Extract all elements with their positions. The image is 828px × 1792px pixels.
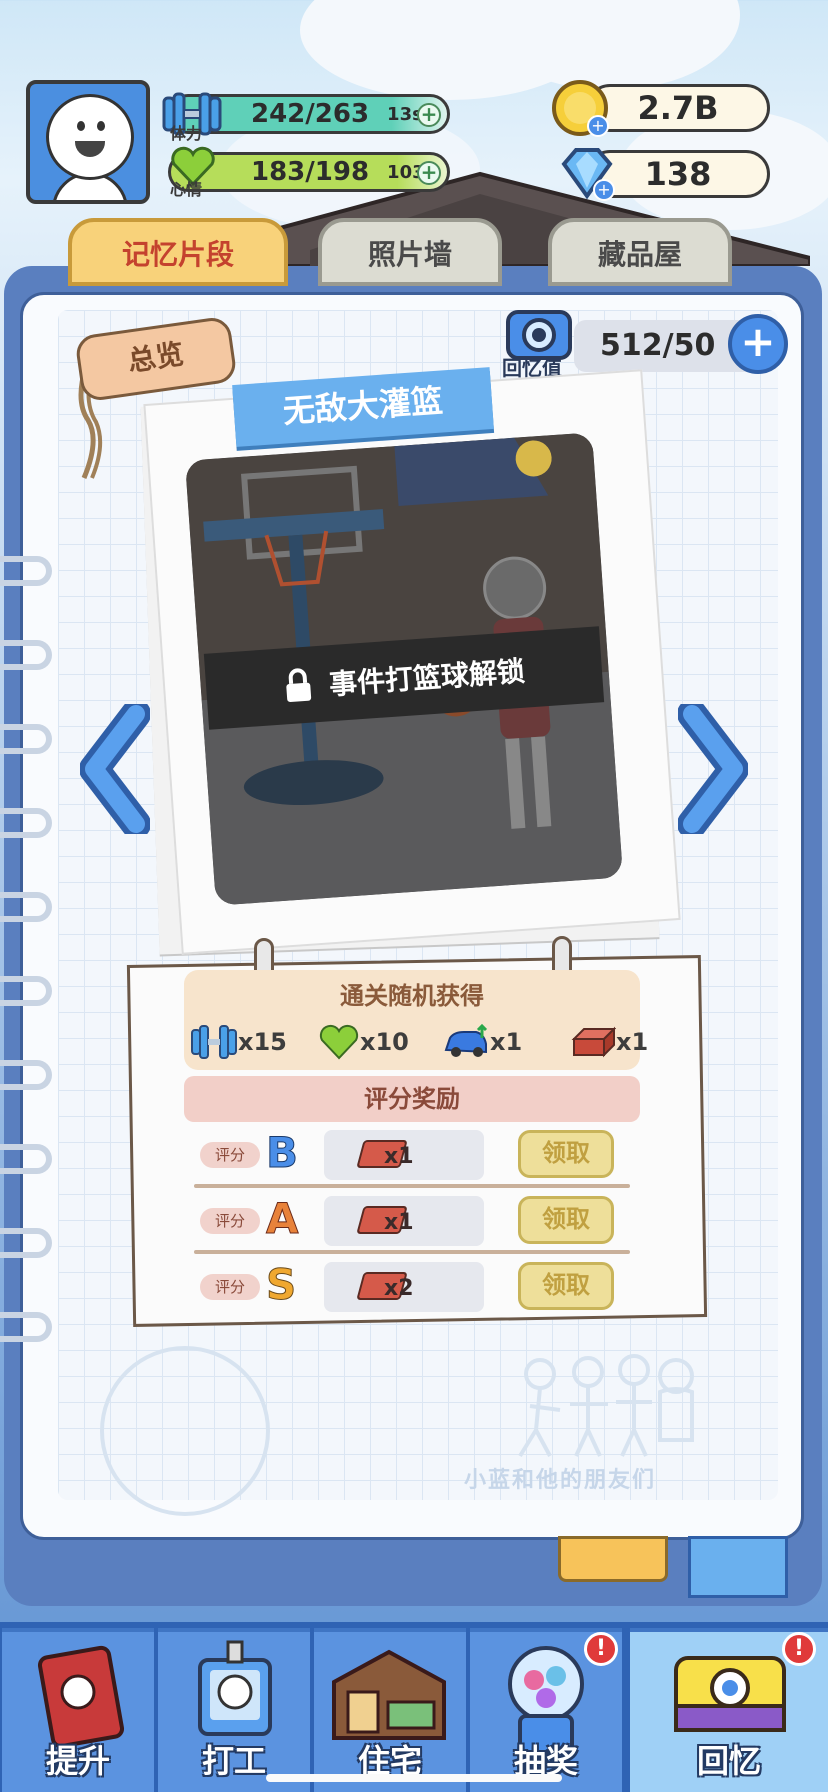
tab-label: 照片墙 [367,238,452,271]
prev-arrow-icon[interactable] [80,704,150,834]
bookmark-tab [558,1536,668,1582]
claim-label: 领取 [542,1205,590,1233]
svg-text:+: + [591,116,604,135]
stamina-value: 242/263 [251,99,370,129]
claim-button-s[interactable]: 领取 [518,1262,614,1310]
score-pill: 评分 [200,1142,260,1168]
score-pill: 评分 [200,1208,260,1234]
loot-item-brick: x1 [570,1022,648,1062]
grade-b: B [265,1128,299,1178]
nav-lottery-alert-badge: ! [584,1632,618,1666]
loot-qty: x1 [616,1028,649,1056]
score-pill: 评分 [200,1274,260,1300]
tab-label: 记忆片段 [121,238,234,271]
grade-a: A [266,1194,300,1244]
loot-qty: x10 [360,1028,409,1056]
mood-value: 183/198 [251,157,370,187]
car-icon [444,1024,488,1057]
grade-s: S [265,1260,297,1310]
nav-upgrade[interactable]: 提升 [2,1628,154,1792]
nav-memory-alert-badge: ! [782,1632,816,1666]
nav-label: 提升 [45,1742,110,1780]
spiral-ring [0,976,52,1006]
claim-button-a[interactable]: 领取 [518,1196,614,1244]
watermark-text: 小蓝和他的朋友们 [464,1468,657,1493]
brick-icon [571,1026,616,1058]
reward-slot: x1 [324,1130,484,1180]
memory-count-value: 512/50 [600,328,716,363]
gem-add-icon[interactable]: + [556,144,618,204]
spiral-ring [0,808,52,838]
tab-memory-fragments[interactable]: 记忆片段 [68,218,288,286]
score-row-s: 评分 S x2 领取 [184,1258,640,1318]
reward-qty: x1 [384,1210,414,1235]
spiral-ring [0,1312,52,1342]
nav-home[interactable]: 住宅 [314,1628,466,1792]
camera-icon [674,1656,786,1732]
loot-qty: x15 [238,1028,287,1056]
loot-item-car: x1 [442,1022,522,1062]
reward-slot: x1 [324,1196,484,1246]
watermark-face [100,1346,270,1516]
loot-item-dumbbell: x15 [190,1022,287,1062]
bookmark-ribbon [688,1536,788,1598]
loot-title: 通关随机获得 [340,982,484,1010]
spiral-ring [0,892,52,922]
lock-text: 事件打篮球解锁 [328,654,526,702]
spiral-ring [0,1228,52,1258]
score-rewards-title: 评分奖励 [184,1076,640,1122]
dumbbell-icon [191,1025,237,1059]
stamina-label: 体力 [170,124,203,143]
loot-item-heart: x10 [318,1022,409,1062]
coin-add-icon[interactable]: + [550,78,612,140]
lock-icon [286,668,312,702]
heart-icon [319,1024,359,1060]
spiral-ring [0,724,52,754]
loot-qty: x1 [490,1028,523,1056]
spiral-ring [0,1144,52,1174]
nav-lottery[interactable]: ! 抽奖 [470,1628,622,1792]
spiral-ring [0,556,52,586]
mood-label: 心情 [170,180,203,199]
nav-label: 回忆 [696,1742,761,1780]
watermark-friends-icon [518,1354,694,1458]
photo-title: 无敌大灌篮 [281,381,445,431]
mood-add-button[interactable]: + [417,161,441,185]
nav-work[interactable]: 打工 [158,1628,310,1792]
gem-value: 138 [644,155,712,193]
tab-label: 藏品屋 [597,238,682,271]
claim-label: 领取 [542,1139,590,1167]
nav-memory[interactable]: ! 回忆 [630,1628,828,1792]
svg-text:+: + [597,180,610,199]
spiral-ring [0,1060,52,1090]
row-divider [194,1184,630,1188]
overview-label: 总览 [125,337,186,378]
reward-qty: x2 [384,1276,414,1301]
next-arrow-icon[interactable] [678,704,748,834]
home-indicator[interactable] [266,1774,562,1782]
tab-collection-room[interactable]: 藏品屋 [548,218,732,286]
score-row-b: 评分 B x1 领取 [184,1126,640,1188]
player-avatar[interactable] [26,80,150,204]
add-memory-button[interactable]: + [728,314,788,374]
spiral-ring [0,640,52,670]
score-row-a: 评分 A x1 领取 [184,1192,640,1254]
reward-slot: x2 [324,1262,484,1312]
coin-value: 2.7B [637,89,719,127]
coin-balance: 2.7B [586,84,770,132]
reward-qty: x1 [384,1144,414,1169]
claim-button-b[interactable]: 领取 [518,1130,614,1178]
badge-card-icon [198,1640,272,1736]
claim-label: 领取 [542,1271,590,1299]
tab-photo-wall[interactable]: 照片墙 [318,218,502,286]
row-divider [194,1250,630,1254]
stamina-add-button[interactable]: + [417,103,441,127]
